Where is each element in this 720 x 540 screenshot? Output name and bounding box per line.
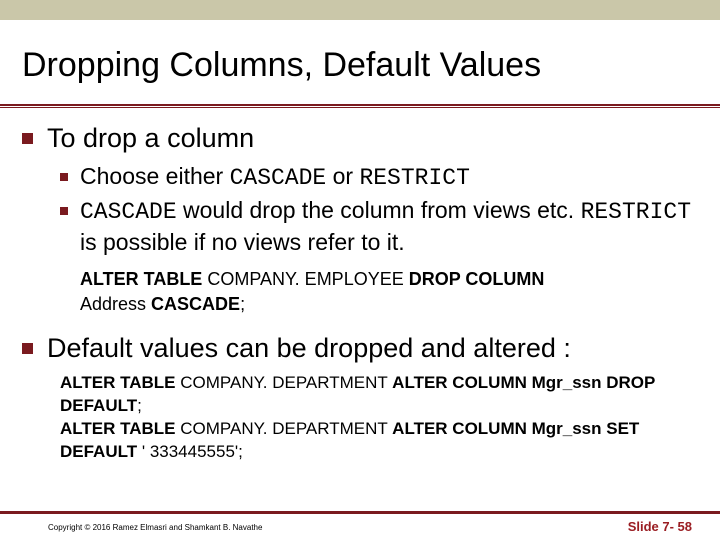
bullet-square-icon	[60, 207, 68, 215]
code-run: RESTRICT	[359, 165, 469, 191]
sql-keyword: ALTER TABLE	[60, 373, 176, 392]
sql-line: ALTER TABLE COMPANY. EMPLOYEE DROP COLUM…	[80, 267, 698, 291]
bullet1-text: To drop a column	[47, 122, 254, 156]
title-rule-inner	[0, 106, 720, 107]
sql-keyword: ALTER TABLE	[60, 419, 176, 438]
bullet2-text: Default values can be dropped and altere…	[47, 332, 571, 366]
code-run: CASCADE	[80, 199, 177, 225]
sql-text: COMPANY. DEPARTMENT	[176, 373, 393, 392]
bullet1b-text: CASCADE would drop the column from views…	[80, 196, 698, 258]
bullet-square-icon	[60, 173, 68, 181]
sql-keyword: ALTER TABLE	[80, 269, 202, 289]
bullet-level1: Default values can be dropped and altere…	[22, 332, 698, 366]
sql-text: Address	[80, 294, 151, 314]
sql-text: ;	[240, 294, 245, 314]
sql-line: ALTER TABLE COMPANY. DEPARTMENT ALTER CO…	[60, 418, 698, 464]
text-run: or	[326, 163, 359, 189]
sql-text: COMPANY. EMPLOYEE	[202, 269, 408, 289]
sql-keyword: DROP COLUMN	[409, 269, 545, 289]
copyright-text: Copyright © 2016 Ramez Elmasri and Shamk…	[48, 523, 262, 532]
sql-text: ' 333445555';	[137, 442, 243, 461]
bullet-square-icon	[22, 343, 33, 354]
slide-number: Slide 7- 58	[628, 519, 692, 534]
bullet-level2: CASCADE would drop the column from views…	[60, 196, 698, 258]
sql-text: ;	[137, 396, 142, 415]
bullet-level2: Choose either CASCADE or RESTRICT	[60, 162, 698, 194]
code-run: RESTRICT	[581, 199, 691, 225]
top-accent-bar	[0, 0, 720, 20]
content-area: To drop a column Choose either CASCADE o…	[22, 122, 698, 464]
slide: Dropping Columns, Default Values To drop…	[0, 0, 720, 540]
sql-block-2: ALTER TABLE COMPANY. DEPARTMENT ALTER CO…	[60, 372, 698, 464]
bullet-square-icon	[22, 133, 33, 144]
sql-block-1: ALTER TABLE COMPANY. EMPLOYEE DROP COLUM…	[80, 267, 698, 316]
sql-line: ALTER TABLE COMPANY. DEPARTMENT ALTER CO…	[60, 372, 698, 418]
text-run: is possible if no views refer to it.	[80, 229, 405, 255]
footer-rule	[0, 511, 720, 514]
bullet1a-text: Choose either CASCADE or RESTRICT	[80, 162, 470, 194]
sql-keyword: CASCADE	[151, 294, 240, 314]
text-run: would drop the column from views etc.	[177, 197, 581, 223]
sql-text: COMPANY. DEPARTMENT	[176, 419, 393, 438]
code-run: CASCADE	[230, 165, 327, 191]
text-run: Choose either	[80, 163, 230, 189]
bullet-level1: To drop a column	[22, 122, 698, 156]
sql-line: Address CASCADE;	[80, 292, 698, 316]
slide-title: Dropping Columns, Default Values	[22, 46, 541, 85]
